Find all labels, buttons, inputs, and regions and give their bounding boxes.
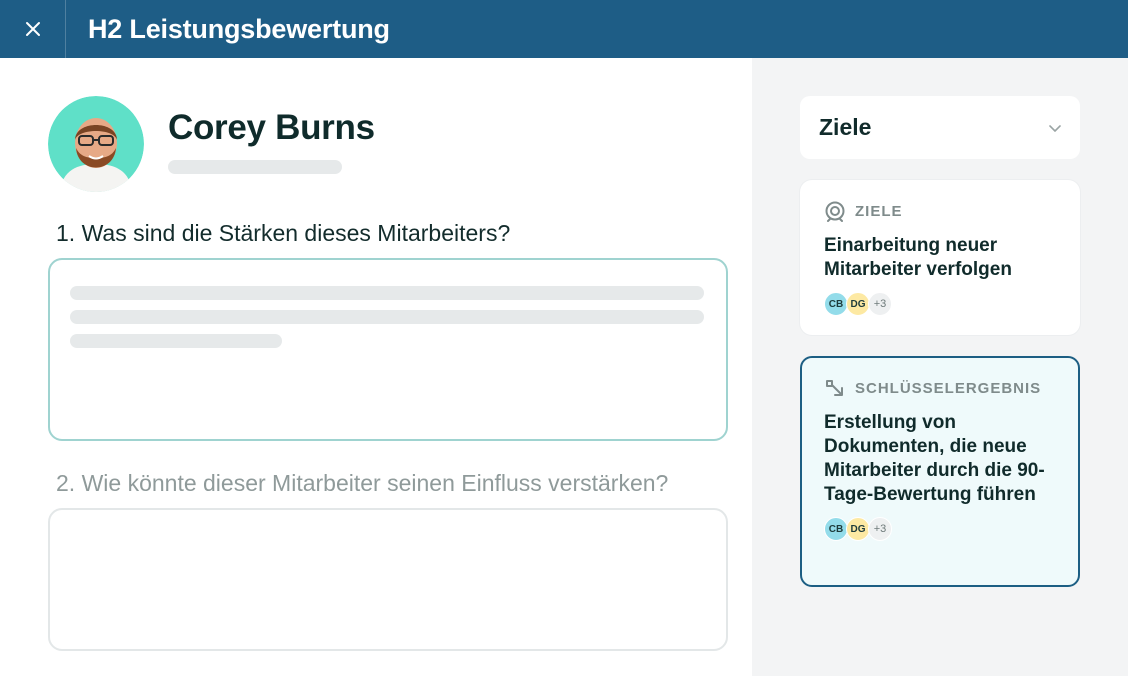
assignee-avatar: DG	[846, 517, 870, 541]
text-placeholder-line	[70, 286, 704, 300]
close-icon	[25, 22, 40, 36]
card-type-label: SCHLÜSSELERGEBNIS	[855, 379, 1042, 397]
card-title: Erstellung von Dokumenten, die neue Mita…	[824, 412, 1045, 505]
answer-2-textarea[interactable]	[48, 508, 728, 651]
card-title: Einarbeitung neuer Mitarbeiter verfolgen	[824, 235, 1012, 280]
more-assignees-badge: +3	[868, 292, 892, 316]
assignee-list: CB DG +3	[824, 517, 1058, 541]
page-title: H2 Leistungsbewertung	[88, 13, 390, 44]
more-assignees-badge: +3	[868, 517, 892, 541]
assignee-avatar: DG	[846, 292, 870, 316]
subtitle-placeholder	[168, 160, 342, 174]
goals-dropdown[interactable]: Ziele	[800, 96, 1080, 159]
card-type-label: ZIELE	[855, 202, 903, 220]
question-1-label: 1. Was sind die Stärken dieses Mitarbeit…	[56, 220, 511, 246]
goals-sidebar: Ziele ZIELE Einarbeitung neuer Mitarbeit…	[752, 58, 1128, 676]
answer-1-textarea[interactable]	[48, 258, 728, 441]
target-icon	[825, 201, 845, 222]
assignee-avatar: CB	[824, 292, 848, 316]
question-2-label: 2. Wie könnte dieser Mitarbeiter seinen …	[56, 470, 669, 496]
close-button[interactable]	[0, 0, 66, 58]
review-form: Corey Burns 1. Was sind die Stärken dies…	[0, 58, 752, 676]
key-result-card[interactable]: SCHLÜSSELERGEBNIS Erstellung von Dokumen…	[800, 356, 1080, 587]
text-placeholder-line	[70, 310, 704, 324]
app-header: H2 Leistungsbewertung	[0, 0, 1128, 58]
goal-card[interactable]: ZIELE Einarbeitung neuer Mitarbeiter ver…	[800, 180, 1080, 335]
key-result-icon	[826, 380, 843, 396]
text-placeholder-line	[70, 334, 282, 348]
chevron-down-icon	[1049, 124, 1061, 132]
assignee-avatar: CB	[824, 517, 848, 541]
avatar	[48, 96, 144, 192]
assignee-list: CB DG +3	[824, 292, 1058, 316]
dropdown-label: Ziele	[819, 114, 872, 140]
employee-name: Corey Burns	[168, 108, 375, 147]
